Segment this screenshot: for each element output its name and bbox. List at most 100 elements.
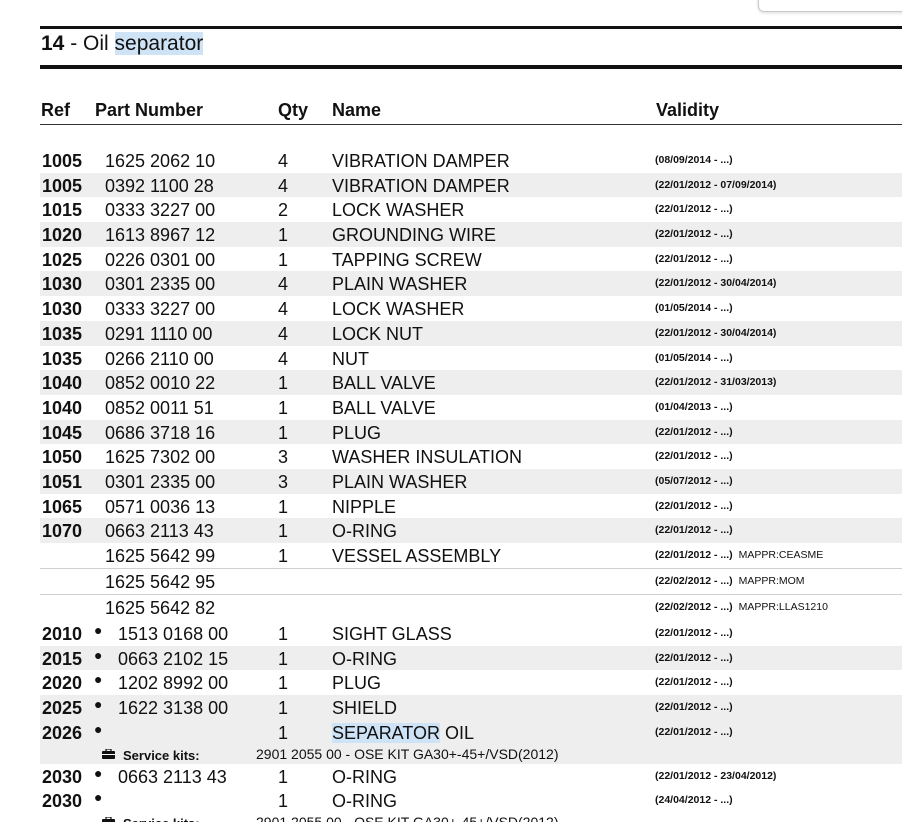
validity-cell: (22/01/2012 - ...) [655, 500, 733, 512]
service-kit-link[interactable]: 2901 2055 00 - OSE KIT GA30+-45+/VSD(201… [256, 814, 558, 822]
table-row[interactable]: 1051 0301 2335 00 3 PLAIN WASHER (05/07/2012… [40, 468, 902, 494]
table-row[interactable]: 2025 ● 1622 3138 00 1 SHIELD (22/01/2012 - ..… [40, 695, 902, 720]
table-row[interactable]: 1070 0663 2113 43 1 O-RING (22/01/2012 - ...… [40, 518, 902, 543]
part-number-cell[interactable]: 0392 1100 28 [105, 176, 214, 197]
validity-cell: (08/09/2014 - ...) [655, 154, 733, 166]
part-number-cell[interactable]: 0226 0301 00 [105, 250, 215, 271]
table-row[interactable]: 1020 1613 8967 12 1 GROUNDING WIRE (22/01/20… [40, 222, 902, 247]
validity-range: (22/01/2012 - ...) [655, 425, 733, 438]
part-number-cell[interactable]: 1625 7302 00 [105, 447, 215, 468]
part-number-cell[interactable]: 1625 5642 99 [105, 546, 215, 567]
part-number-cell[interactable]: 0663 2113 43 [118, 767, 227, 788]
part-number-cell[interactable]: 1513 0168 00 [118, 624, 228, 645]
ref-cell: 1050 [42, 447, 83, 468]
part-number-cell[interactable]: 0852 0011 51 [105, 398, 214, 419]
name-text: LOCK NUT [332, 323, 424, 344]
part-number-cell[interactable]: 0663 2102 15 [118, 649, 228, 670]
table-row[interactable]: 1050 1625 7302 00 3 WASHER INSULATION (22/01… [40, 444, 902, 469]
name-cell: TAPPING SCREW [332, 250, 482, 271]
part-number-cell[interactable]: 1202 8992 00 [118, 673, 228, 694]
validity-cell: (24/04/2012 - ...) [655, 794, 733, 806]
table-row[interactable]: 2020 ● 1202 8992 00 1 PLUG (22/01/2012 - ...) [40, 670, 902, 695]
part-number-cell[interactable]: 0333 3227 00 [105, 200, 215, 221]
part-number-cell[interactable]: 1625 5642 82 [105, 598, 215, 619]
table-row[interactable]: 1625 5642 82 (22/02/2012 - ...) MAPPR:LLAS… [40, 594, 902, 621]
validity-range: (01/05/2014 - ...) [655, 302, 733, 315]
table-row[interactable]: 1015 0333 3227 00 2 LOCK WASHER (22/01/2012 … [40, 197, 902, 222]
name-text: NIPPLE [332, 496, 397, 517]
ref-cell: 2026 [42, 722, 83, 743]
table-row[interactable]: 1035 0266 2110 00 4 NUT (01/05/2014 - ...) [40, 346, 902, 371]
qty-cell: 1 [278, 791, 289, 812]
table-row[interactable]: 1005 1625 2062 10 4 VIBRATION DAMPER (08/09/… [40, 148, 902, 173]
validity-range: (22/01/2012 - 30/04/2014) [655, 326, 777, 339]
part-number-cell[interactable]: 0571 0036 13 [105, 497, 215, 518]
service-kit-link[interactable]: 2901 2055 00 - OSE KIT GA30+-45+/VSD(201… [256, 746, 558, 762]
qty-cell: 1 [278, 766, 289, 787]
section-title: 14 - Oil separator [41, 32, 204, 56]
service-kit-row[interactable]: Service kits: 2901 2055 00 - OSE KIT GA30… [40, 744, 902, 764]
part-number-cell[interactable]: 1625 2062 10 [105, 151, 215, 172]
validity-cell: (22/01/2012 - ...) MAPPR:CEASME [655, 549, 823, 561]
name-text: GROUNDING WIRE [332, 225, 496, 246]
table-row[interactable]: 2030 ● 1 O-RING (24/04/2012 - ...) [40, 788, 902, 813]
name-text: VESSEL ASSEMBLY [332, 546, 502, 566]
ref-cell: 1040 [42, 373, 83, 394]
table-row[interactable]: 1040 0852 0011 51 1 BALL VALVE (01/04/2013 -… [40, 395, 902, 420]
bullet-icon: ● [94, 789, 103, 806]
part-number-cell[interactable]: 1613 8967 12 [105, 225, 215, 246]
ref-cell: 1065 [42, 496, 83, 517]
part-number-cell[interactable]: 0663 2113 43 [105, 521, 214, 542]
bullet-icon: ● [94, 646, 103, 663]
validity-cell: (22/01/2012 - 23/04/2012) [655, 770, 776, 782]
validity-cell: (01/04/2013 - ...) [655, 401, 733, 413]
table-row[interactable]: 1065 0571 0036 13 1 NIPPLE (22/01/2012 - ...… [40, 494, 902, 519]
table-row[interactable]: 1040 0852 0010 22 1 BALL VALVE (22/01/2012 -… [40, 370, 902, 395]
qty-cell: 3 [278, 447, 289, 468]
table-row[interactable]: 1030 0301 2335 00 4 PLAIN WASHER (22/01/2012… [40, 271, 902, 297]
validity-range: (22/01/2012 - ...) [655, 701, 733, 714]
part-number-cell[interactable]: 0266 2110 00 [105, 349, 214, 370]
name-text: SIGHT GLASS [332, 624, 452, 645]
name-highlight: SEPARATOR [332, 722, 441, 743]
part-number-cell[interactable]: 0852 0010 22 [105, 373, 215, 394]
table-row[interactable]: 2015 ● 0663 2102 15 1 O-RING (22/01/2012 - ..… [40, 645, 902, 671]
name-text: PLUG [332, 422, 382, 443]
part-number-cell[interactable]: 0686 3718 16 [105, 423, 215, 444]
bullet-icon: ● [94, 696, 103, 713]
table-row[interactable]: 1625 5642 99 1 VESSEL ASSEMBLY (22/01/2012 … [40, 543, 902, 568]
validity-range: (22/01/2012 - ...) [655, 725, 733, 738]
part-number-cell[interactable]: 0291 1110 00 [105, 324, 212, 345]
name-text: BALL VALVE [332, 373, 436, 394]
name-text: PLUG [332, 673, 382, 694]
ref-cell: 2030 [42, 766, 83, 787]
name-cell: NIPPLE [332, 497, 396, 518]
service-kit-row[interactable]: Service kits: 2901 2055 00 - OSE KIT GA30… [40, 813, 902, 822]
search-box-corner[interactable] [758, 0, 902, 12]
validity-cell: (22/01/2012 - 07/09/2014) [655, 179, 776, 191]
table-row[interactable]: 1045 0686 3718 16 1 PLUG (22/01/2012 - ...) [40, 419, 902, 445]
bullet-icon: ● [94, 720, 103, 737]
table-row[interactable]: 2026 ● 1 SEPARATOR OIL (22/01/2012 - ...) [40, 719, 902, 745]
ref-cell: 1030 [42, 299, 83, 320]
qty-cell: 4 [278, 274, 289, 295]
table-row[interactable]: 1035 0291 1110 00 4 LOCK NUT (22/01/2012 - 3… [40, 320, 902, 346]
part-number-cell[interactable]: 0301 2335 00 [105, 472, 215, 493]
column-header-part-number: Part Number [95, 100, 204, 120]
name-cell: NUT [332, 349, 369, 370]
part-number-cell[interactable]: 0333 3227 00 [105, 299, 215, 320]
qty-cell: 1 [278, 225, 289, 246]
table-row[interactable]: 1030 0333 3227 00 4 LOCK WASHER (01/05/2014 … [40, 296, 902, 321]
ref-cell: 1051 [42, 471, 83, 492]
table-row[interactable]: 1005 0392 1100 28 4 VIBRATION DAMPER (22/01/… [40, 172, 902, 198]
table-row[interactable]: 2030 ● 0663 2113 43 1 O-RING (22/01/2012 - 23… [40, 764, 902, 789]
validity-cell: (22/01/2012 - ...) [655, 701, 733, 713]
part-number-cell[interactable]: 1625 5642 95 [105, 572, 215, 593]
table-row[interactable]: 1025 0226 0301 00 1 TAPPING SCREW (22/01/201… [40, 247, 902, 272]
table-row[interactable]: 2010 ● 1513 0168 00 1 SIGHT GLASS (22/01/2012… [40, 621, 902, 646]
part-number-cell[interactable]: 1622 3138 00 [118, 698, 228, 719]
name-cell: O-RING [332, 791, 397, 812]
table-row[interactable]: 1625 5642 95 (22/02/2012 - ...) MAPPR:MOM [40, 567, 902, 595]
part-number-cell[interactable]: 0301 2335 00 [105, 274, 215, 295]
briefcase-icon [102, 816, 115, 822]
